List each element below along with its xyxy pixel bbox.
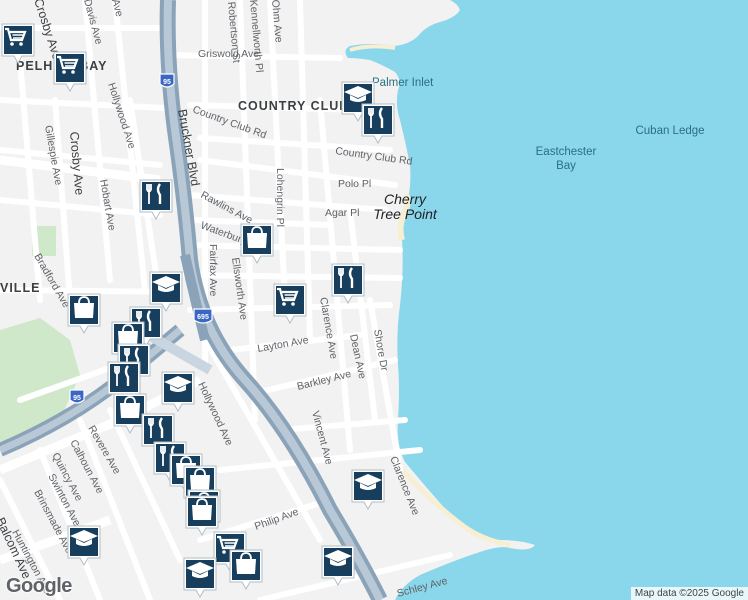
poi-pin[interactable] xyxy=(320,544,356,588)
street-label-agar: Agar Pl xyxy=(325,207,359,219)
place-label-cherry-tree-point-2: Tree Point xyxy=(373,206,438,222)
i695-number: 695 xyxy=(197,314,209,321)
poi-pin[interactable] xyxy=(228,548,264,592)
i95-south-number: 95 xyxy=(73,395,81,402)
poi-pin[interactable] xyxy=(160,370,196,414)
poi-pin[interactable] xyxy=(66,524,102,568)
poi-pin[interactable] xyxy=(0,22,36,66)
map-attribution[interactable]: Map data ©2025 Google xyxy=(630,587,748,600)
poi-pin[interactable] xyxy=(138,178,174,222)
poi-pin[interactable] xyxy=(52,50,88,94)
google-logo: Google xyxy=(6,575,72,597)
i95-south-shield: 95 xyxy=(69,389,85,404)
street-label-lohengrin: Lohengrin Pl xyxy=(274,168,286,227)
poi-pin[interactable] xyxy=(66,292,102,336)
place-label-ville: VILLE xyxy=(0,281,40,295)
street-label-fairfax: Fairfax Ave xyxy=(207,244,219,296)
i695-shield: 695 xyxy=(193,308,213,324)
i95-north-shield: 95 xyxy=(159,73,175,88)
i95-north-number: 95 xyxy=(163,79,171,86)
place-label-cuban-ledge: Cuban Ledge xyxy=(635,125,704,137)
street-label-polo: Polo Pl xyxy=(338,178,371,190)
map-canvas[interactable]: 95 695 95 COUNTRY CLUB PELHAM BAY VILLE … xyxy=(0,0,748,600)
poi-pin[interactable] xyxy=(272,282,308,326)
street-label-griswold: Griswold Ave xyxy=(198,48,259,60)
place-label-country-club: COUNTRY CLUB xyxy=(238,99,349,113)
place-label-cherry-tree-point: Cherry xyxy=(384,191,427,207)
poi-pin[interactable] xyxy=(330,262,366,306)
place-label-eastchester-bay-2: Bay xyxy=(556,160,576,172)
poi-pin[interactable] xyxy=(360,102,396,146)
poi-pin[interactable] xyxy=(239,222,275,266)
place-label-eastchester-bay: Eastchester xyxy=(536,146,597,158)
poi-pin[interactable] xyxy=(182,556,218,600)
place-label-palmer-inlet: Palmer Inlet xyxy=(372,77,434,89)
poi-pin[interactable] xyxy=(350,468,386,512)
